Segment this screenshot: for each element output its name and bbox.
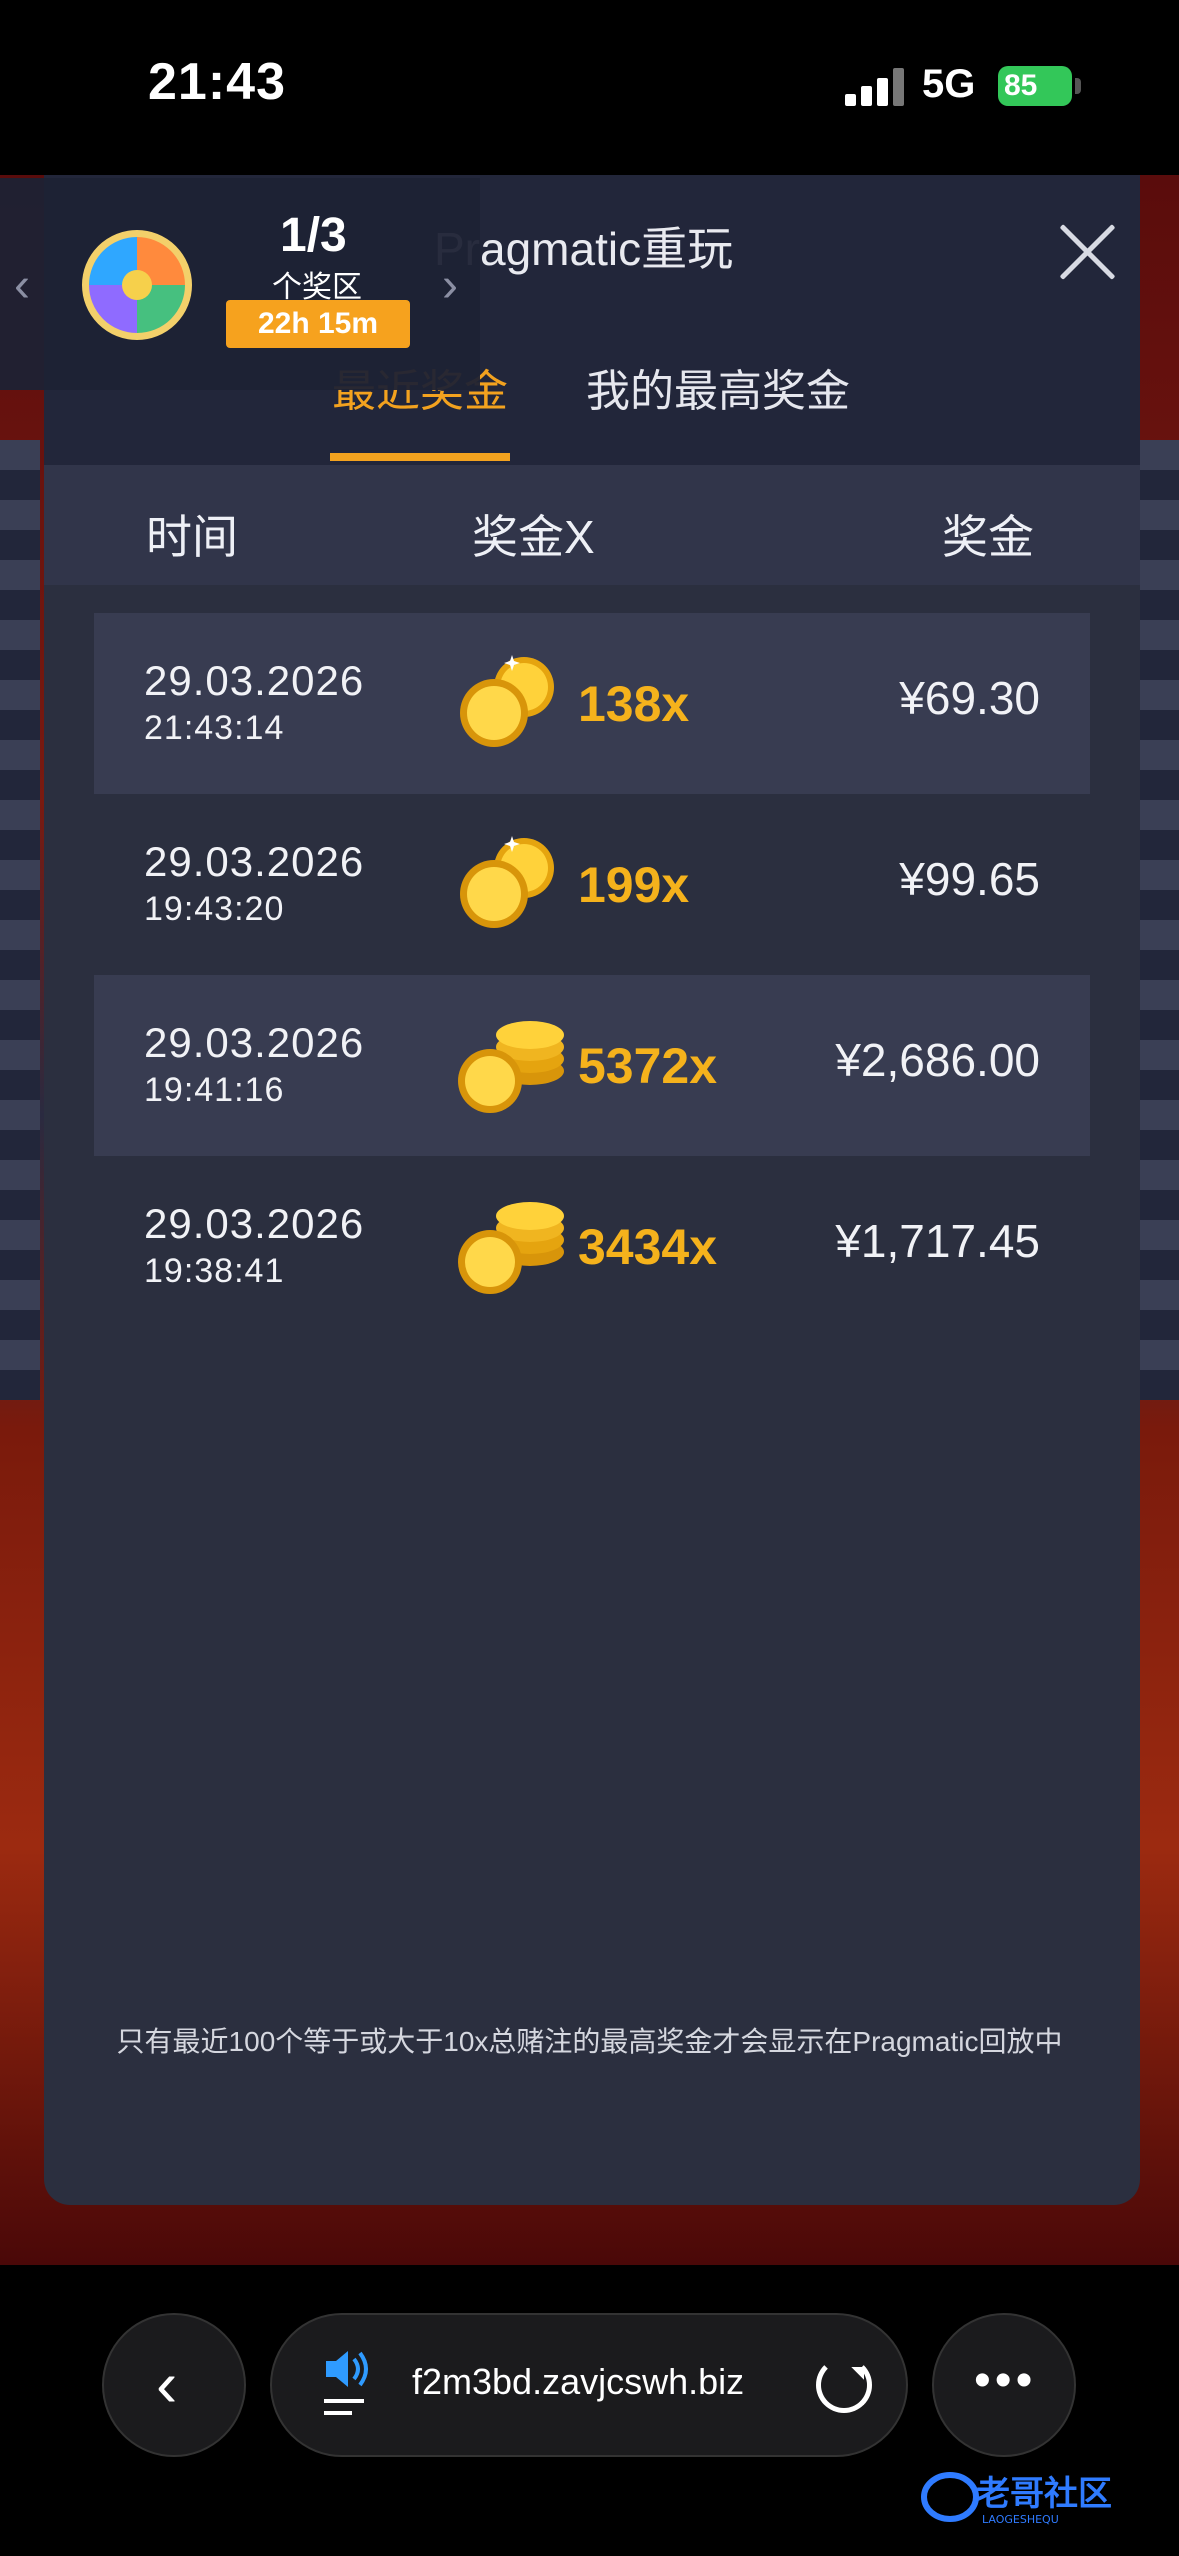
wheel-icon[interactable]	[82, 230, 192, 340]
tab-my-top-wins[interactable]: 我的最高奖金	[586, 355, 850, 419]
wins-list: 29.03.2026 21:43:14 138x ¥69.30 29.03.20…	[94, 613, 1090, 1337]
prize-count: 1/3	[280, 209, 347, 262]
battery-tip	[1075, 78, 1081, 94]
table-row[interactable]: 29.03.2026 21:43:14 138x ¥69.30	[94, 613, 1090, 794]
column-header-time: 时间	[146, 511, 238, 563]
table-row[interactable]: 29.03.2026 19:43:20 199x ¥99.65	[94, 794, 1090, 975]
back-button[interactable]: ‹	[102, 2313, 246, 2457]
battery-icon: 85	[998, 66, 1072, 106]
reload-icon[interactable]	[816, 2357, 872, 2413]
table-row[interactable]: 29.03.2026 19:38:41 3434x ¥1,717.45	[94, 1156, 1090, 1337]
close-icon[interactable]	[1052, 215, 1122, 285]
row-time: 19:43:20	[144, 890, 285, 928]
row-date: 29.03.2026	[144, 838, 365, 885]
column-header-amount: 奖金	[942, 511, 1034, 563]
coin-stack-icon	[458, 1021, 564, 1113]
svg-text:老哥社区: 老哥社区	[976, 2474, 1112, 2514]
signal-icon	[845, 66, 907, 106]
row-multiplier: 3434x	[578, 1219, 718, 1275]
back-icon: ‹	[156, 2348, 178, 2420]
column-header-multiplier: 奖金X	[472, 511, 595, 563]
replay-footnote: 只有最近100个等于或大于10x总赌注的最高奖金才会显示在Pragmatic回放…	[116, 2026, 1063, 2057]
chevron-left-icon[interactable]: ‹	[14, 258, 30, 313]
row-multiplier: 138x	[578, 676, 690, 732]
replay-modal: Pragmatic重玩 最近奖金 我的最高奖金 时间 奖金X 奖金 29.03.…	[44, 175, 1140, 2205]
network-type: 5G	[922, 62, 976, 106]
more-icon: •••	[974, 2354, 1037, 2407]
table-header: 时间 奖金X 奖金	[44, 465, 1140, 585]
row-multiplier: 5372x	[578, 1038, 718, 1094]
row-date: 29.03.2026	[144, 1019, 365, 1066]
row-time: 19:38:41	[144, 1252, 285, 1290]
active-tab-indicator	[330, 453, 510, 461]
coin-icon	[460, 836, 554, 928]
row-amount: ¥99.65	[899, 853, 1040, 905]
url-text: f2m3bd.zavjcswh.biz	[412, 2361, 745, 2402]
row-amount: ¥69.30	[899, 672, 1040, 724]
more-button[interactable]: •••	[932, 2313, 1076, 2457]
svg-text:LAOGESHEQU: LAOGESHEQU	[982, 2513, 1059, 2526]
coin-icon	[460, 655, 554, 747]
row-amount: ¥1,717.45	[835, 1215, 1040, 1267]
status-bar: 21:43 5G 85	[0, 0, 1179, 175]
row-time: 19:41:16	[144, 1071, 285, 1109]
speaker-icon[interactable]	[322, 2347, 376, 2423]
game-pillar-right	[1139, 440, 1179, 1400]
watermark-logo: 老哥社区 LAOGESHEQU	[921, 2472, 1112, 2526]
row-amount: ¥2,686.00	[835, 1034, 1040, 1086]
address-bar[interactable]: f2m3bd.zavjcswh.biz	[270, 2313, 908, 2457]
prize-panel[interactable]: ‹ 1/3 个奖区 22h 15m ›	[0, 178, 480, 390]
row-time: 21:43:14	[144, 709, 285, 747]
row-date: 29.03.2026	[144, 1200, 365, 1247]
coin-stack-icon	[458, 1202, 564, 1294]
row-multiplier: 199x	[578, 857, 690, 913]
table-row[interactable]: 29.03.2026 19:41:16 5372x ¥2,686.00	[94, 975, 1090, 1156]
chevron-right-icon[interactable]: ›	[442, 258, 458, 313]
row-date: 29.03.2026	[144, 657, 365, 704]
prize-timer: 22h 15m	[226, 300, 410, 348]
status-time: 21:43	[148, 53, 286, 111]
browser-toolbar: ‹ f2m3bd.zavjcswh.biz ••• 老哥社区 LAOGESHEQ…	[0, 2265, 1179, 2556]
game-pillar-left	[0, 440, 40, 1400]
